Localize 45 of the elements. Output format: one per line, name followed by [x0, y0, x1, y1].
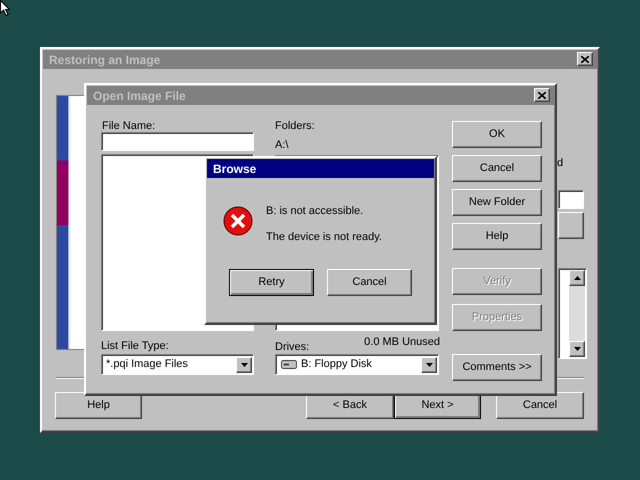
- window-title: Browse: [213, 160, 256, 178]
- scroll-up-button[interactable]: [569, 270, 585, 286]
- message-text: The device is not ready.: [266, 230, 382, 245]
- button[interactable]: Cancel: [452, 155, 542, 182]
- input-field[interactable]: [558, 190, 584, 209]
- scrollbar[interactable]: [569, 270, 585, 357]
- list-box[interactable]: [558, 268, 587, 359]
- button[interactable]: Cancel: [327, 269, 412, 296]
- field-label: Drives:: [275, 340, 310, 355]
- caret-icon: [574, 276, 580, 280]
- button[interactable]: Cancel: [496, 392, 584, 419]
- message-text: B: is not accessible.: [266, 204, 364, 219]
- close-button[interactable]: [534, 88, 550, 102]
- button[interactable]: Help: [55, 392, 142, 419]
- field-label: List File Type:: [101, 339, 169, 354]
- close-button[interactable]: [577, 52, 593, 66]
- drive-icon: [281, 360, 297, 369]
- file-name-field[interactable]: [101, 132, 254, 151]
- caret-icon: [240, 362, 248, 366]
- field-label: File Name:: [102, 119, 156, 134]
- button[interactable]: [558, 212, 584, 239]
- close-icon: [538, 92, 546, 98]
- caret-icon: [574, 347, 580, 351]
- window-title: Open Image File: [93, 88, 186, 104]
- button[interactable]: New Folder: [452, 189, 542, 216]
- scroll-down-button[interactable]: [569, 341, 585, 357]
- window-title: Restoring an Image: [49, 52, 160, 68]
- pointer-cursor-icon: [0, 0, 10, 16]
- dropdown-value: *.pqi Image Files: [106, 357, 189, 372]
- button[interactable]: Help: [452, 223, 542, 250]
- dropdown-button[interactable]: [236, 356, 252, 372]
- dropdown-field[interactable]: *.pqi Image Files: [101, 354, 254, 375]
- folder-path: A:\: [275, 138, 288, 153]
- label-text: d: [557, 156, 564, 171]
- button[interactable]: Retry: [229, 269, 314, 296]
- dropdown-field[interactable]: B: Floppy Disk: [275, 354, 439, 375]
- free-space-text: 0.0 MB Unused: [364, 335, 440, 350]
- field-label: Folders:: [275, 119, 315, 134]
- dropdown-button[interactable]: [421, 356, 437, 372]
- button[interactable]: OK: [452, 121, 542, 148]
- error-icon: [223, 206, 253, 236]
- button[interactable]: Comments >>: [452, 354, 542, 381]
- close-icon: [581, 56, 589, 62]
- dropdown-value: B: Floppy Disk: [301, 357, 373, 372]
- caret-icon: [426, 362, 432, 366]
